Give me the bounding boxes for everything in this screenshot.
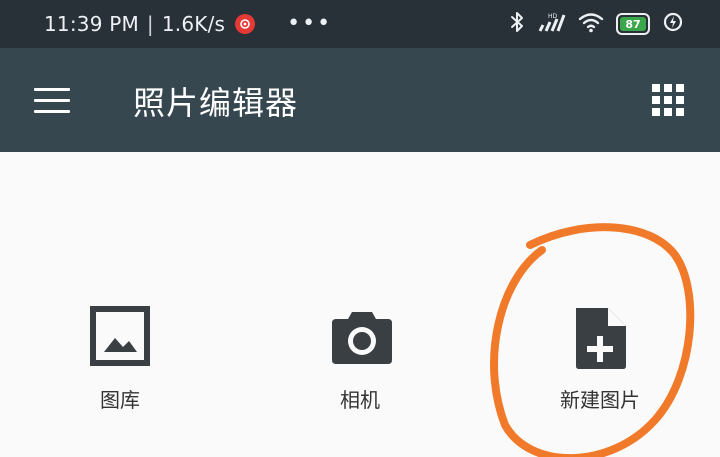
new-image-label: 新建图片 xyxy=(560,388,640,412)
notification-app-icon xyxy=(235,14,256,34)
status-bar-right: HD 87 xyxy=(510,10,684,38)
battery-icon: 87 xyxy=(616,13,650,35)
menu-icon[interactable] xyxy=(34,88,70,114)
more-notifications-icon: ••• xyxy=(287,11,333,36)
battery-level: 87 xyxy=(625,17,641,31)
status-bar-left: 11:39 PM | 1.6K/s ••• xyxy=(44,10,332,38)
bluetooth-icon xyxy=(510,11,524,37)
wifi-icon xyxy=(578,11,604,37)
new-image-button[interactable]: 新建图片 xyxy=(520,300,680,413)
status-separator: | xyxy=(146,12,154,36)
network-speed: 1.6K/s xyxy=(161,12,226,36)
signal-icon: HD xyxy=(536,11,566,37)
gallery-icon xyxy=(90,306,150,366)
app-title: 照片编辑器 xyxy=(133,84,299,122)
status-time: 11:39 PM xyxy=(44,12,139,36)
app-bar: 照片编辑器 xyxy=(0,48,720,152)
apps-grid-icon[interactable] xyxy=(652,84,684,116)
new-image-icon xyxy=(570,306,630,369)
gallery-label: 图库 xyxy=(100,388,140,412)
charging-icon xyxy=(662,11,684,37)
status-bar: 11:39 PM | 1.6K/s ••• HD 87 xyxy=(0,0,720,48)
gallery-button[interactable]: 图库 xyxy=(40,300,200,413)
camera-icon xyxy=(330,306,392,366)
camera-label: 相机 xyxy=(340,388,380,412)
camera-button[interactable]: 相机 xyxy=(280,300,440,413)
svg-text:HD: HD xyxy=(548,13,558,20)
